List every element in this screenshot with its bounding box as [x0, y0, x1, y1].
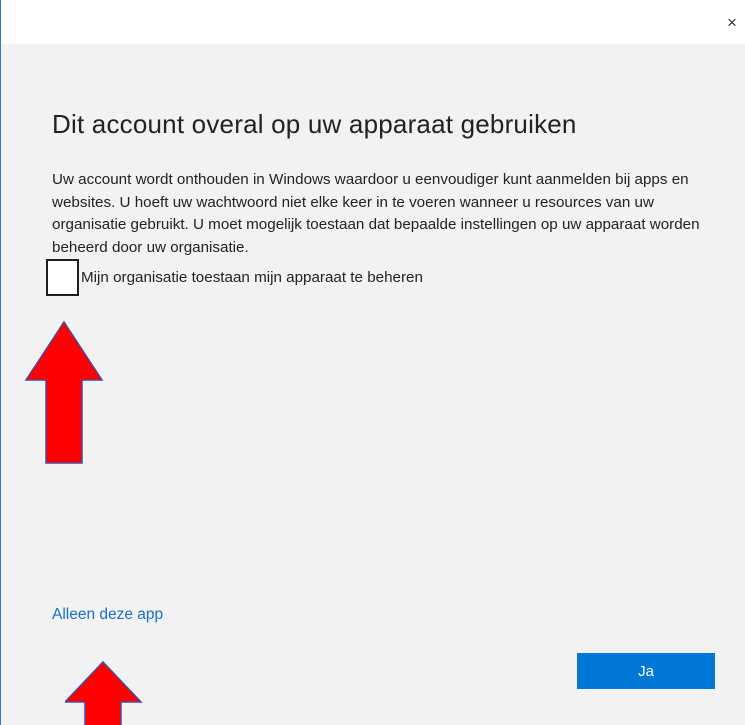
- description-text: Uw account wordt onthouden in Windows wa…: [52, 171, 700, 256]
- title-bar: ×: [1, 0, 745, 44]
- this-app-only-link[interactable]: Alleen deze app: [52, 606, 163, 624]
- manage-device-checkbox[interactable]: [46, 258, 79, 296]
- red-up-arrow-icon: [24, 320, 104, 464]
- page-title: Dit account overal op uw apparaat gebrui…: [52, 109, 577, 139]
- red-up-arrow-icon: [65, 660, 143, 725]
- close-icon: ×: [727, 13, 737, 32]
- manage-device-checkbox-row[interactable]: Mijn organisatie toestaan mijn apparaat …: [46, 258, 423, 296]
- dialog-window: × Dit account overal op uw apparaat gebr…: [0, 0, 745, 725]
- yes-button[interactable]: Ja: [577, 653, 715, 689]
- manage-device-checkbox-label[interactable]: Mijn organisatie toestaan mijn apparaat …: [81, 269, 423, 286]
- close-button[interactable]: ×: [718, 10, 745, 36]
